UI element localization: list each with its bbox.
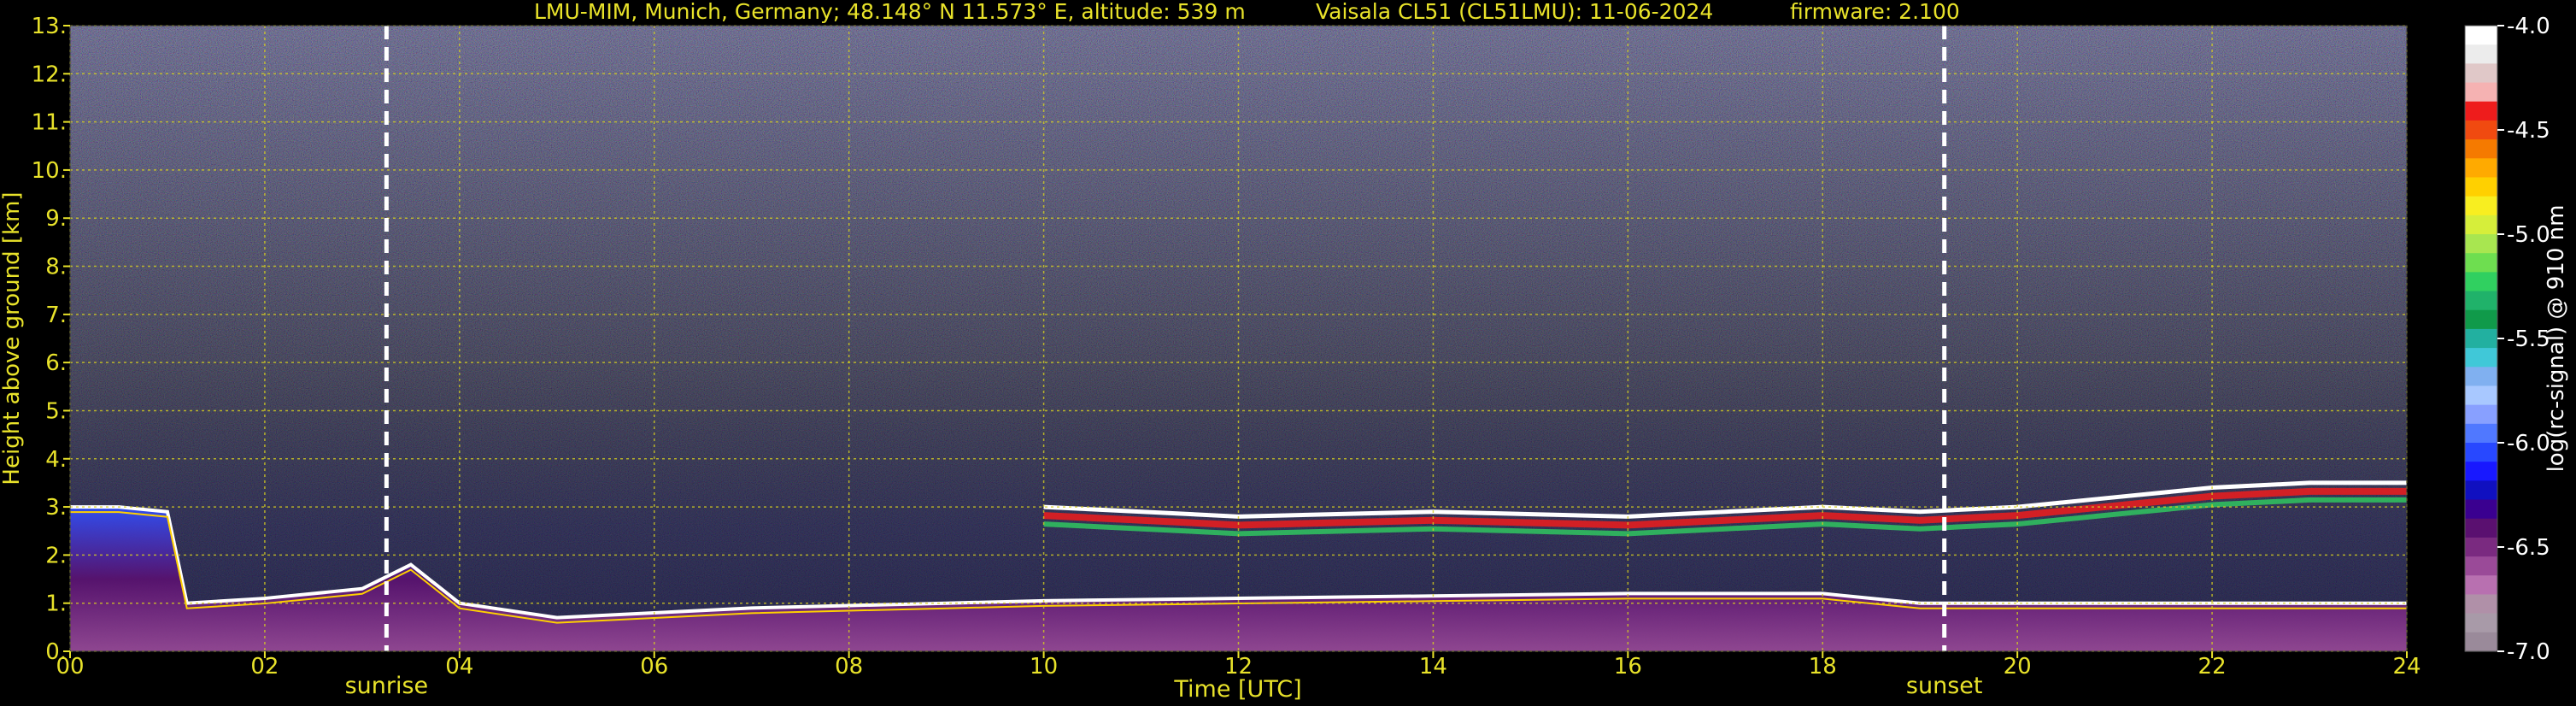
colorbar-segment xyxy=(2465,101,2497,121)
colorbar-segment xyxy=(2465,462,2497,481)
colorbar-segment xyxy=(2465,537,2497,557)
x-tick-label: 02 xyxy=(250,654,279,680)
colorbar-segment xyxy=(2465,272,2497,292)
colorbar-segment xyxy=(2465,309,2497,330)
colorbar-segment xyxy=(2465,632,2497,652)
y-tick-label: 11. xyxy=(32,110,67,136)
x-tick-label: 20 xyxy=(2004,654,2032,680)
title-firmware: firmware: 2.100 xyxy=(1790,0,1960,24)
x-tick-label: 14 xyxy=(1419,654,1447,680)
y-tick-label: 9. xyxy=(45,206,67,232)
y-tick-label: 4. xyxy=(45,447,67,473)
colorbar-segment xyxy=(2465,404,2497,425)
x-tick-label: 04 xyxy=(445,654,473,680)
colorbar-segment xyxy=(2465,253,2497,273)
colorbar-segment xyxy=(2465,234,2497,254)
colorbar-segment xyxy=(2465,499,2497,520)
x-axis-label: Time [UTC] xyxy=(1173,676,1301,703)
colorbar-segment xyxy=(2465,367,2497,387)
sunrise-label: sunrise xyxy=(345,673,429,699)
colorbar-segment xyxy=(2465,385,2497,406)
y-tick-label: 5. xyxy=(45,398,67,424)
x-tick-label: 10 xyxy=(1030,654,1058,680)
y-axis-ticks: 0.1.2.3.4.5.6.7.8.9.10.11.12.13. xyxy=(32,14,70,665)
colorbar-segment xyxy=(2465,594,2497,615)
colorbar-segment xyxy=(2465,348,2497,368)
colorbar-segment xyxy=(2465,575,2497,596)
y-tick-label: 6. xyxy=(45,350,67,376)
x-tick-label: 08 xyxy=(835,654,863,680)
x-tick-label: 18 xyxy=(1809,654,1837,680)
colorbar-segment xyxy=(2465,215,2497,235)
plot-area xyxy=(69,25,2408,652)
y-tick-label: 7. xyxy=(45,303,67,328)
sun-labels: sunrise sunset xyxy=(345,673,1983,699)
colorbar-segment xyxy=(2465,82,2497,103)
x-tick-label: 16 xyxy=(1614,654,1642,680)
colorbar-segment xyxy=(2465,291,2497,311)
colorbar: -4.0-4.5-5.0-5.5-6.0-6.5-7.0 xyxy=(2464,14,2550,665)
ceilometer-plot: LMU-MIM, Munich, Germany; 48.148° N 11.5… xyxy=(0,0,2569,703)
colorbar-segment xyxy=(2465,613,2497,633)
y-tick-label: 10. xyxy=(32,158,67,184)
colorbar-segment xyxy=(2465,556,2497,576)
colorbar-segment xyxy=(2465,328,2497,349)
y-tick-label: 12. xyxy=(32,62,67,87)
colorbar-tick-label: -4.5 xyxy=(2507,118,2550,144)
colorbar-segment xyxy=(2465,480,2497,501)
y-tick-label: 3. xyxy=(45,495,67,521)
y-tick-label: 2. xyxy=(45,543,67,568)
colorbar-segment xyxy=(2465,44,2497,64)
colorbar-segment xyxy=(2465,518,2497,538)
x-tick-label: 00 xyxy=(56,654,84,680)
y-tick-label: 13. xyxy=(32,14,67,39)
y-axis-label: Height above ground [km] xyxy=(0,191,25,485)
colorbar-tick-label: -7.0 xyxy=(2507,639,2550,665)
colorbar-segment xyxy=(2465,139,2497,159)
title-site: LMU-MIM, Munich, Germany; 48.148° N 11.5… xyxy=(534,0,1246,24)
colorbar-segment xyxy=(2465,423,2497,444)
colorbar-segment xyxy=(2465,26,2497,45)
title-instrument: Vaisala CL51 (CL51LMU): 11-06-2024 xyxy=(1316,0,1713,24)
colorbar-segment xyxy=(2465,177,2497,197)
colorbar-segment xyxy=(2465,120,2497,140)
colorbar-tick-label: -6.5 xyxy=(2507,535,2550,561)
x-tick-label: 06 xyxy=(640,654,668,680)
sunset-label: sunset xyxy=(1906,673,1983,699)
colorbar-label: log(rc-signal) @ 910 nm xyxy=(2544,205,2569,473)
x-tick-label: 24 xyxy=(2392,654,2421,680)
x-tick-label: 22 xyxy=(2198,654,2227,680)
colorbar-segment xyxy=(2465,443,2497,462)
y-tick-label: 8. xyxy=(45,255,67,280)
colorbar-segment xyxy=(2465,196,2497,216)
y-tick-label: 1. xyxy=(45,591,67,617)
colorbar-segment xyxy=(2465,63,2497,84)
colorbar-tick-label: -4.0 xyxy=(2507,14,2550,39)
colorbar-segment xyxy=(2465,158,2497,179)
